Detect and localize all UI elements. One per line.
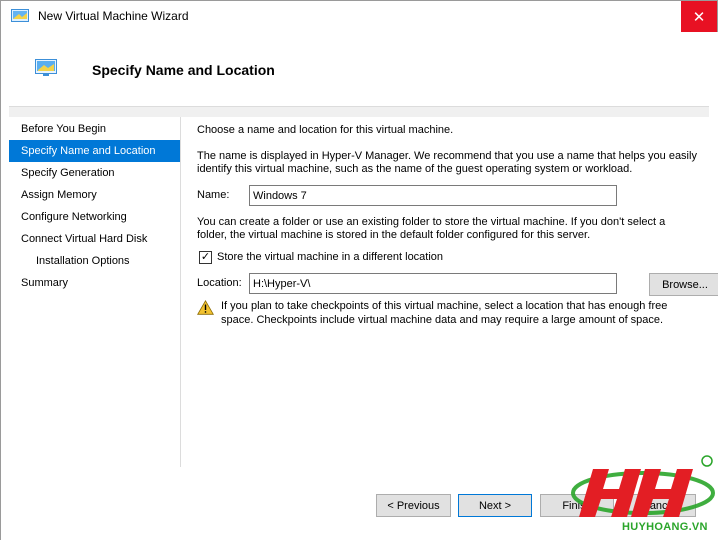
name-input[interactable] [249,185,617,206]
wizard-steps-nav: Before You Begin Specify Name and Locati… [9,117,181,467]
nav-step-summary[interactable]: Summary [9,272,180,294]
intro-text: Choose a name and location for this virt… [197,124,454,136]
folder-help-line-2: folder, the virtual machine is stored in… [197,229,591,241]
window-title: New Virtual Machine Wizard [38,9,189,23]
location-input[interactable] [249,273,617,294]
nav-step-connect-vhd[interactable]: Connect Virtual Hard Disk [9,228,180,250]
browse-button[interactable]: Browse... [649,273,718,296]
warning-line-1: If you plan to take checkpoints of this … [221,300,668,312]
next-button[interactable]: Next > [458,494,532,517]
close-button[interactable]: ✕ [681,1,717,32]
store-location-label[interactable]: Store the virtual machine in a different… [217,251,443,263]
nav-step-before-you-begin[interactable]: Before You Begin [9,118,180,140]
wizard-window: New Virtual Machine Wizard ✕ Specify Nam… [0,0,718,540]
vm-header-icon [35,59,57,76]
store-location-checkbox[interactable]: ✓ [199,251,212,264]
watermark-text: HUYHOANG.VN [622,521,708,533]
warning-icon [197,300,214,315]
vm-window-icon [11,9,29,22]
nav-step-specify-generation[interactable]: Specify Generation [9,162,180,184]
window-border-left [1,32,9,540]
nav-step-installation-options[interactable]: Installation Options [9,250,180,272]
previous-button[interactable]: < Previous [376,494,451,517]
title-bar[interactable]: New Virtual Machine Wizard ✕ [1,1,717,32]
cancel-button[interactable]: Cancel [622,494,696,517]
page-title: Specify Name and Location [92,62,275,78]
warning-line-2: space. Checkpoints include virtual machi… [221,314,664,326]
nav-step-assign-memory[interactable]: Assign Memory [9,184,180,206]
finish-button[interactable]: Finish [540,494,614,517]
folder-help-line-1: You can create a folder or use an existi… [197,216,666,228]
checkmark-icon: ✓ [200,251,211,263]
close-icon: ✕ [692,8,706,26]
wizard-footer: < Previous Next > Finish Cancel [9,467,709,540]
nav-step-specify-name-location[interactable]: Specify Name and Location [9,140,180,162]
name-label: Name: [197,189,230,201]
name-help-line-2: identify this virtual machine, such as t… [197,163,633,175]
nav-step-configure-networking[interactable]: Configure Networking [9,206,180,228]
wizard-content: Choose a name and location for this virt… [181,117,718,467]
name-help-line-1: The name is displayed in Hyper-V Manager… [197,150,697,162]
location-label: Location: [197,277,242,289]
wizard-header: Specify Name and Location [9,32,709,107]
